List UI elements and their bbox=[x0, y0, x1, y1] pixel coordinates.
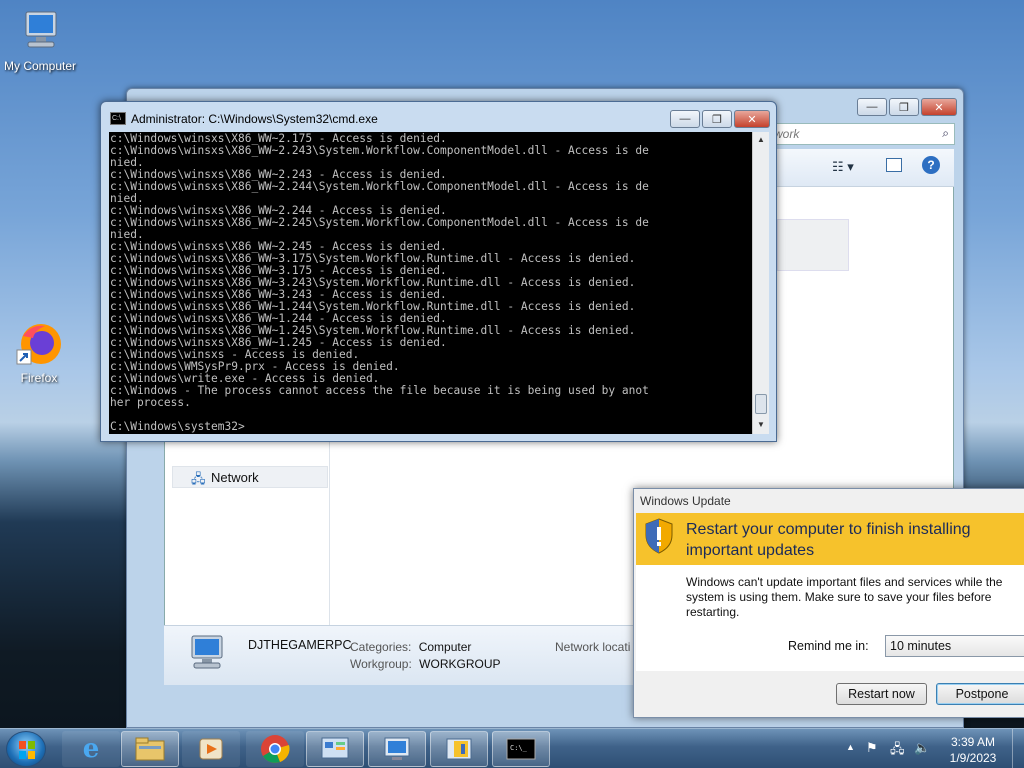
console-line: her process. bbox=[110, 396, 191, 409]
firefox-icon bbox=[0, 320, 79, 369]
desktop-icon-my-computer[interactable]: My Computer bbox=[0, 10, 80, 73]
taskbar-cmd[interactable]: C:\_ bbox=[492, 731, 550, 767]
chrome-icon bbox=[261, 735, 290, 763]
computer-icon bbox=[186, 634, 230, 677]
explorer-window-controls: — ❐ ✕ bbox=[857, 98, 957, 116]
taskbar-network-center[interactable] bbox=[368, 731, 426, 767]
scroll-up-icon[interactable]: ▲ bbox=[757, 135, 765, 144]
clock-time: 3:39 AM bbox=[950, 735, 996, 749]
taskbar-media-player[interactable] bbox=[182, 731, 240, 767]
console-line: c:\Windows\winsxs\X86_WW~2.243\System.Wo… bbox=[110, 144, 649, 157]
desktop-icon-label: My Computer bbox=[3, 59, 77, 73]
search-icon: ⌕ bbox=[942, 126, 949, 140]
cmd-title: Administrator: C:\Windows\System32\cmd.e… bbox=[131, 112, 378, 126]
restart-now-button[interactable]: Restart now bbox=[836, 683, 927, 705]
console-prompt: C:\Windows\system32> bbox=[110, 420, 245, 433]
folder-icon bbox=[135, 737, 165, 761]
network-location-label: Network locati bbox=[555, 640, 631, 654]
close-button[interactable]: ✕ bbox=[921, 98, 957, 116]
sidebar-item-label: Network bbox=[211, 470, 259, 485]
control-panel-icon bbox=[321, 737, 349, 759]
categories-value: Computer bbox=[418, 640, 472, 654]
show-desktop-button[interactable] bbox=[1012, 729, 1024, 768]
console-line: c:\Windows\winsxs\X86_WW~2.245\System.Wo… bbox=[110, 216, 649, 229]
cmd-icon: C:\ bbox=[110, 112, 126, 125]
taskbar-windows-update[interactable] bbox=[430, 731, 488, 767]
dialog-heading: Restart your computer to finish installi… bbox=[686, 521, 971, 559]
minimize-button[interactable]: — bbox=[857, 98, 887, 116]
search-placeholder: work bbox=[774, 127, 800, 141]
taskbar: e C:\_ ▲ ⚑ 🖧 🔈 3:39 AM 1/9/2023 bbox=[0, 728, 1024, 768]
help-icon[interactable]: ? bbox=[922, 156, 940, 174]
cmd-window-controls: — ❐ ✕ bbox=[670, 110, 770, 128]
windows-update-dialog: Windows Update Restart your computer to … bbox=[633, 488, 1024, 718]
desktop-icon-label: Firefox bbox=[20, 371, 58, 385]
maximize-button[interactable]: ❐ bbox=[889, 98, 919, 116]
taskbar-chrome[interactable] bbox=[246, 731, 304, 767]
shield-warning-icon bbox=[644, 518, 674, 557]
clock[interactable]: 3:39 AM 1/9/2023 bbox=[940, 734, 1006, 766]
volume-icon[interactable]: 🔈 bbox=[914, 740, 930, 756]
desktop-icon-firefox[interactable]: Firefox bbox=[0, 320, 79, 385]
console-scrollbar[interactable]: ▲ ▼ bbox=[752, 132, 769, 434]
view-options-icon[interactable]: ☷ ▾ bbox=[832, 159, 862, 175]
taskbar-internet-explorer[interactable]: e bbox=[62, 731, 120, 767]
maximize-button[interactable]: ❐ bbox=[702, 110, 732, 128]
windows-update-icon bbox=[446, 738, 472, 760]
sidebar-item-network[interactable]: 🖧 Network bbox=[172, 466, 328, 488]
workgroup-value: WORKGROUP bbox=[419, 657, 501, 671]
svg-text:C:\_: C:\_ bbox=[510, 744, 528, 752]
network-icon: 🖧 bbox=[191, 471, 206, 486]
scroll-down-icon[interactable]: ▼ bbox=[757, 420, 765, 429]
remind-label: Remind me in: bbox=[788, 639, 869, 653]
internet-explorer-icon: e bbox=[82, 734, 100, 764]
search-input[interactable]: work ⌕ bbox=[767, 123, 955, 145]
scrollbar-thumb[interactable] bbox=[755, 394, 767, 414]
dialog-message: Windows can't update important files and… bbox=[686, 575, 1003, 619]
start-button[interactable] bbox=[6, 731, 46, 767]
windows-logo-icon bbox=[19, 741, 35, 759]
computer-icon bbox=[0, 10, 80, 57]
network-center-icon bbox=[384, 737, 410, 760]
network-tray-icon[interactable]: 🖧 bbox=[890, 740, 905, 762]
postpone-button[interactable]: Postpone bbox=[936, 683, 1024, 705]
minimize-button[interactable]: — bbox=[670, 110, 700, 128]
clock-date: 1/9/2023 bbox=[949, 751, 997, 765]
preview-pane-icon[interactable] bbox=[886, 158, 902, 172]
action-center-flag-icon[interactable]: ⚑ bbox=[866, 740, 878, 756]
computer-name: DJTHEGAMERPC bbox=[248, 638, 352, 652]
workgroup-label: Workgroup: bbox=[350, 657, 412, 671]
show-hidden-icons-icon[interactable]: ▲ bbox=[846, 742, 855, 752]
content-placeholder bbox=[777, 219, 849, 271]
close-button[interactable]: ✕ bbox=[734, 110, 770, 128]
update-banner: Restart your computer to finish installi… bbox=[636, 513, 1024, 565]
categories-label: Categories: bbox=[350, 640, 412, 654]
dialog-title: Windows Update bbox=[640, 494, 731, 508]
remind-select-value: 10 minutes bbox=[890, 639, 952, 653]
console-line: c:\Windows\winsxs\X86_WW~2.244\System.Wo… bbox=[110, 180, 649, 193]
command-prompt-icon: C:\_ bbox=[506, 738, 536, 760]
console-line: c:\Windows - The process cannot access t… bbox=[110, 384, 649, 397]
cmd-window: C:\ Administrator: C:\Windows\System32\c… bbox=[100, 101, 777, 442]
taskbar-control-panel[interactable] bbox=[306, 731, 364, 767]
taskbar-windows-explorer[interactable] bbox=[121, 731, 179, 767]
media-player-icon bbox=[199, 738, 223, 760]
console-output[interactable]: c:\Windows\winsxs\X86_WW~2.175 - Access … bbox=[109, 132, 752, 434]
dialog-body: Windows can't update important files and… bbox=[636, 565, 1024, 671]
remind-select[interactable]: 10 minutes ▾ bbox=[885, 635, 1024, 657]
